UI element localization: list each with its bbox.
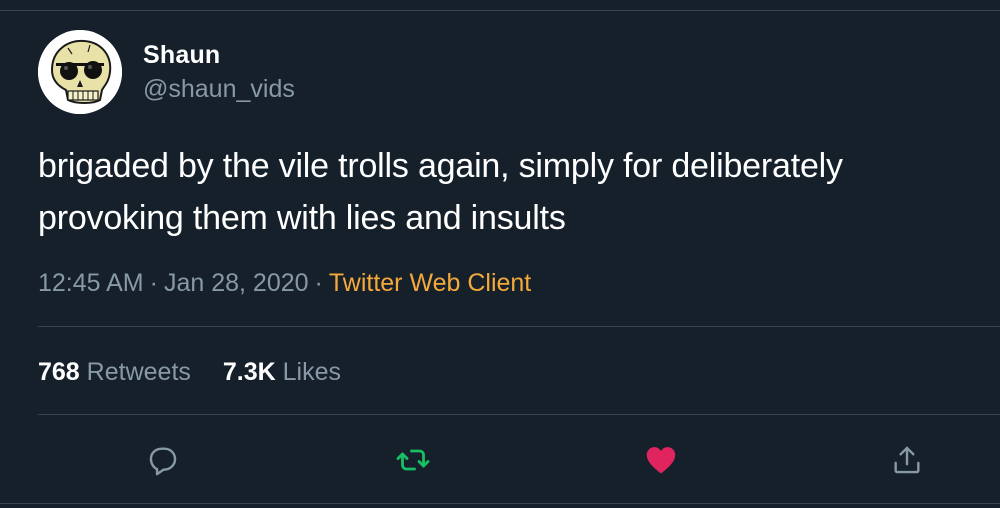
reply-icon — [149, 447, 177, 476]
tweet-text: brigaded by the vile trolls again, simpl… — [38, 147, 843, 237]
share-icon — [894, 446, 920, 474]
tweet-time[interactable]: 12:45 AM — [38, 269, 144, 297]
divider — [38, 326, 1000, 327]
top-divider — [0, 10, 1000, 11]
likes-count: 7.3K — [222, 358, 276, 386]
retweet-button[interactable] — [393, 440, 433, 480]
tweet-metadata: 12:45 AM · Jan 28, 2020 · Twitter Web Client — [38, 266, 531, 300]
reply-button[interactable] — [143, 440, 183, 480]
likes-label: Likes — [282, 358, 342, 386]
retweets-count: 768 — [38, 358, 80, 386]
heart-icon — [646, 447, 676, 474]
bottom-divider — [0, 503, 1000, 504]
skull-avatar-icon — [38, 30, 122, 114]
like-button[interactable] — [641, 440, 681, 480]
tweet-date[interactable]: Jan 28, 2020 — [164, 269, 309, 297]
share-button[interactable] — [887, 440, 927, 480]
retweets-stat[interactable]: 768 Retweets — [38, 355, 191, 389]
tweet-source-link[interactable]: Twitter Web Client — [329, 269, 531, 297]
user-handle[interactable]: @shaun_vids — [143, 74, 295, 104]
meta-separator: · — [314, 269, 323, 297]
display-name[interactable]: Shaun — [143, 40, 220, 70]
likes-stat[interactable]: 7.3K Likes — [223, 355, 341, 389]
retweets-label: Retweets — [86, 358, 191, 386]
meta-separator: · — [149, 269, 158, 297]
engagement-stats: 768 Retweets 7.3K Likes — [38, 355, 373, 389]
retweet-icon — [396, 449, 430, 471]
avatar[interactable] — [38, 30, 122, 114]
divider — [38, 414, 1000, 415]
